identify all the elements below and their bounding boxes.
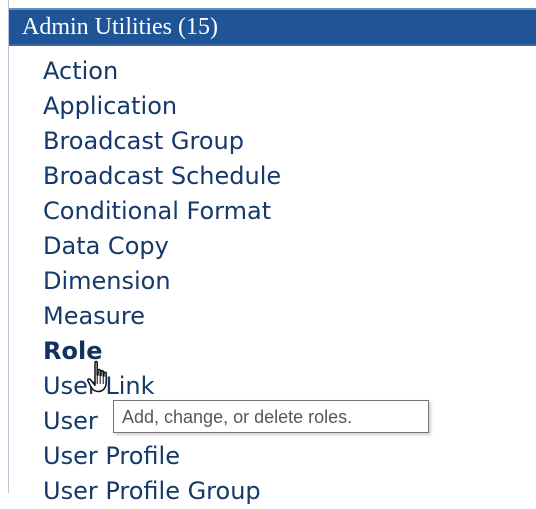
menu-item-user-profile-group[interactable]: User Profile Group [43,474,281,509]
menu-item-user-profile[interactable]: User Profile [43,439,281,474]
admin-utilities-header[interactable]: Admin Utilities (15) [9,8,536,46]
role-tooltip: Add, change, or delete roles. [113,400,429,433]
menu-item-conditional-format[interactable]: Conditional Format [43,194,281,229]
hand-pointer-icon [87,360,107,393]
menu-item-application[interactable]: Application [43,89,281,124]
menu-item-data-copy[interactable]: Data Copy [43,229,281,264]
admin-utilities-menu: Action Application Broadcast Group Broad… [43,54,281,509]
menu-item-action[interactable]: Action [43,54,281,89]
menu-item-user-link[interactable]: User Link [43,369,281,404]
menu-item-broadcast-schedule[interactable]: Broadcast Schedule [43,159,281,194]
menu-item-dimension[interactable]: Dimension [43,264,281,299]
menu-item-role[interactable]: Role [43,334,281,369]
menu-item-broadcast-group[interactable]: Broadcast Group [43,124,281,159]
menu-item-measure[interactable]: Measure [43,299,281,334]
admin-utilities-panel: Admin Utilities (15) Action Application … [8,0,536,505]
